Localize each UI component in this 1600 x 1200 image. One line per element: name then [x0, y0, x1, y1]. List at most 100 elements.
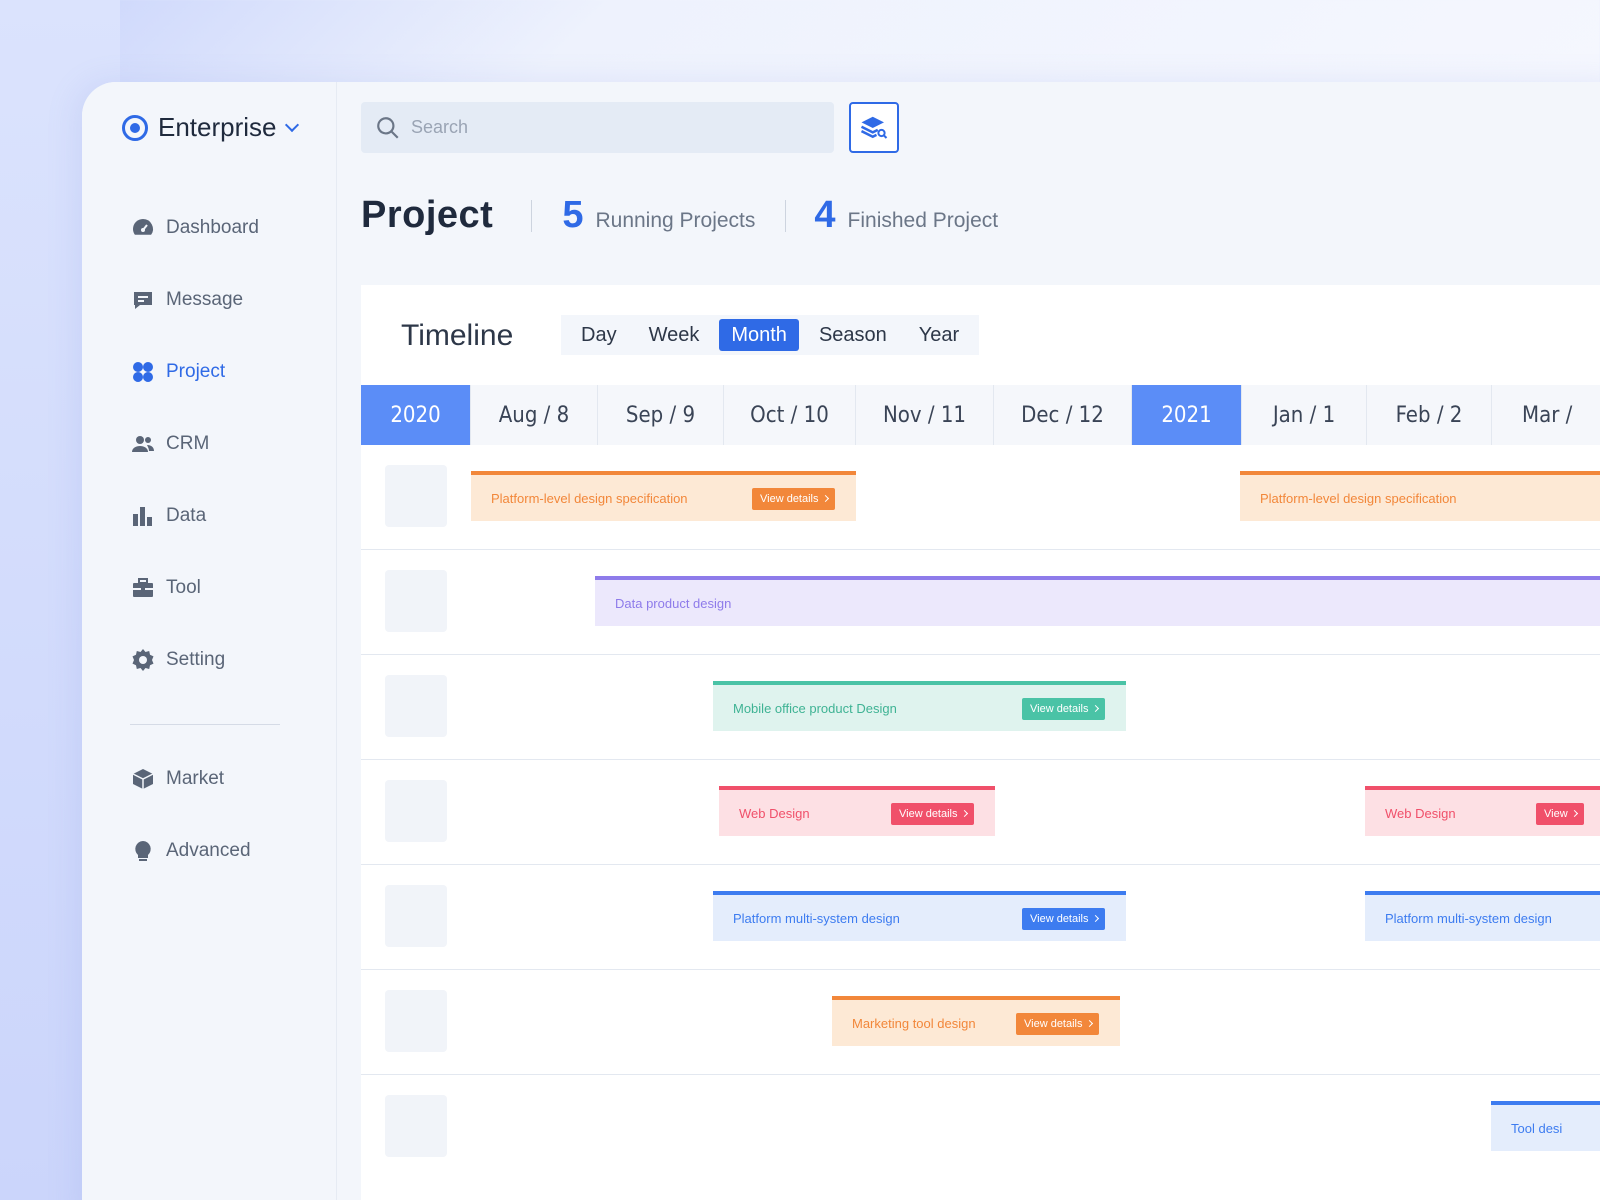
sidebar-divider	[130, 724, 280, 725]
view-details-button[interactable]: View details	[1016, 1013, 1099, 1035]
target-icon	[122, 114, 148, 141]
sidebar-item-label: Data	[166, 505, 207, 526]
month-cell: Sep / 9	[598, 385, 724, 445]
search-icon	[377, 116, 399, 139]
view-details-button[interactable]: View details	[752, 488, 835, 510]
users-icon	[130, 431, 156, 457]
workspace-name: Enterprise	[158, 112, 277, 142]
sidebar-item-data[interactable]: Data	[130, 480, 320, 552]
month-header: 2020 Aug / 8 Sep / 9 Oct / 10 Nov / 11 D…	[361, 385, 1600, 445]
sidebar-nav: Dashboard Message Project CRM Data Tool …	[130, 192, 320, 887]
workspace-switcher[interactable]: Enterprise	[122, 112, 299, 143]
project-bar[interactable]: Platform multi-system design View detail…	[713, 891, 1126, 941]
view-details-button[interactable]: View details	[1022, 908, 1105, 930]
running-projects-count: 5	[562, 194, 584, 236]
timeline-row: Marketing tool design View details	[361, 970, 1600, 1075]
sidebar-item-tool[interactable]: Tool	[130, 552, 320, 624]
project-bar[interactable]: Data product design	[595, 576, 1600, 626]
sidebar-item-project[interactable]: Project	[130, 336, 320, 408]
bar-chart-icon	[130, 503, 156, 529]
project-bar[interactable]: Web Design View	[1365, 786, 1600, 836]
avatar	[385, 570, 447, 632]
view-details-button[interactable]: View details	[891, 803, 974, 825]
month-cell: Oct / 10	[724, 385, 856, 445]
sidebar-item-advanced[interactable]: Advanced	[130, 815, 320, 887]
sidebar: Enterprise Dashboard Message Project CRM…	[82, 82, 337, 1200]
project-bar[interactable]: Tool desi	[1491, 1101, 1600, 1151]
project-title: Tool desi	[1511, 1120, 1563, 1136]
timeline-row: Mobile office product Design View detail…	[361, 655, 1600, 760]
sidebar-item-message[interactable]: Message	[130, 264, 320, 336]
year-cell: 2021	[1132, 385, 1242, 445]
timeline-panel: Timeline Day Week Month Season Year 2020…	[361, 285, 1600, 1200]
avatar	[385, 465, 447, 527]
project-title: Web Design	[739, 805, 810, 821]
search-bar	[361, 102, 834, 153]
sidebar-item-setting[interactable]: Setting	[130, 624, 320, 696]
view-details-button[interactable]: View details	[1022, 698, 1105, 720]
sidebar-item-dashboard[interactable]: Dashboard	[130, 192, 320, 264]
app-window: Enterprise Dashboard Message Project CRM…	[82, 82, 1600, 1200]
sidebar-item-label: Message	[166, 289, 244, 310]
sidebar-item-crm[interactable]: CRM	[130, 408, 320, 480]
project-title: Platform multi-system design	[733, 910, 900, 926]
timeline-row: Platform-level design specification View…	[361, 445, 1600, 550]
project-title: Web Design	[1385, 805, 1456, 821]
avatar	[385, 990, 447, 1052]
project-bar[interactable]: Mobile office product Design View detail…	[713, 681, 1126, 731]
lightbulb-icon	[130, 838, 156, 864]
page-header: Project 5 Running Projects 4 Finished Pr…	[361, 194, 998, 237]
gear-icon	[130, 647, 156, 673]
header-divider	[531, 199, 533, 232]
timeline-row: Tool desi	[361, 1075, 1600, 1180]
tab-year[interactable]: Year	[907, 319, 971, 351]
sidebar-item-label: Market	[166, 768, 225, 789]
month-cell: Dec / 12	[994, 385, 1132, 445]
sidebar-item-label: Dashboard	[166, 217, 259, 238]
project-title: Marketing tool design	[852, 1015, 976, 1031]
timeline-row: Platform multi-system design View detail…	[361, 865, 1600, 970]
project-bar[interactable]: Platform-level design specification View…	[471, 471, 856, 521]
project-bar[interactable]: Marketing tool design View details	[832, 996, 1120, 1046]
avatar	[385, 885, 447, 947]
running-projects-label: Running Projects	[595, 208, 756, 232]
month-cell: Nov / 11	[856, 385, 994, 445]
dashboard-icon	[130, 215, 156, 241]
finished-projects-label: Finished Project	[847, 208, 999, 232]
view-details-button[interactable]: View	[1536, 803, 1584, 825]
project-title: Mobile office product Design	[733, 700, 897, 716]
project-title: Platform-level design specification	[1260, 490, 1457, 506]
avatar	[385, 780, 447, 842]
briefcase-icon	[130, 575, 156, 601]
message-icon	[130, 287, 156, 313]
timeline-title: Timeline	[401, 319, 514, 352]
tab-month[interactable]: Month	[719, 319, 799, 351]
tab-day[interactable]: Day	[569, 319, 629, 351]
sidebar-item-market[interactable]: Market	[130, 743, 320, 815]
sidebar-item-label: Setting	[166, 649, 226, 670]
sidebar-item-label: CRM	[166, 433, 210, 454]
month-cell: Aug / 8	[471, 385, 598, 445]
chevron-down-icon	[284, 117, 299, 132]
project-icon	[130, 359, 156, 385]
layers-search-button[interactable]	[849, 102, 899, 153]
sidebar-item-label: Advanced	[166, 840, 251, 861]
sidebar-item-label: Tool	[166, 577, 201, 598]
search-input[interactable]	[411, 117, 811, 138]
timeline-row: Web Design View details Web Design View	[361, 760, 1600, 865]
month-cell: Feb / 2	[1367, 385, 1492, 445]
sidebar-item-label: Project	[166, 361, 226, 382]
page-title: Project	[361, 194, 494, 236]
project-bar[interactable]: Platform-level design specification	[1240, 471, 1600, 521]
project-title: Data product design	[615, 595, 732, 611]
cube-icon	[130, 766, 156, 792]
finished-projects-count: 4	[814, 194, 836, 236]
month-cell: Mar /	[1492, 385, 1600, 445]
project-title: Platform-level design specification	[491, 490, 688, 506]
project-bar[interactable]: Web Design View details	[719, 786, 995, 836]
avatar	[385, 675, 447, 737]
header-divider	[785, 199, 787, 232]
tab-season[interactable]: Season	[807, 319, 899, 351]
project-bar[interactable]: Platform multi-system design	[1365, 891, 1600, 941]
tab-week[interactable]: Week	[637, 319, 712, 351]
